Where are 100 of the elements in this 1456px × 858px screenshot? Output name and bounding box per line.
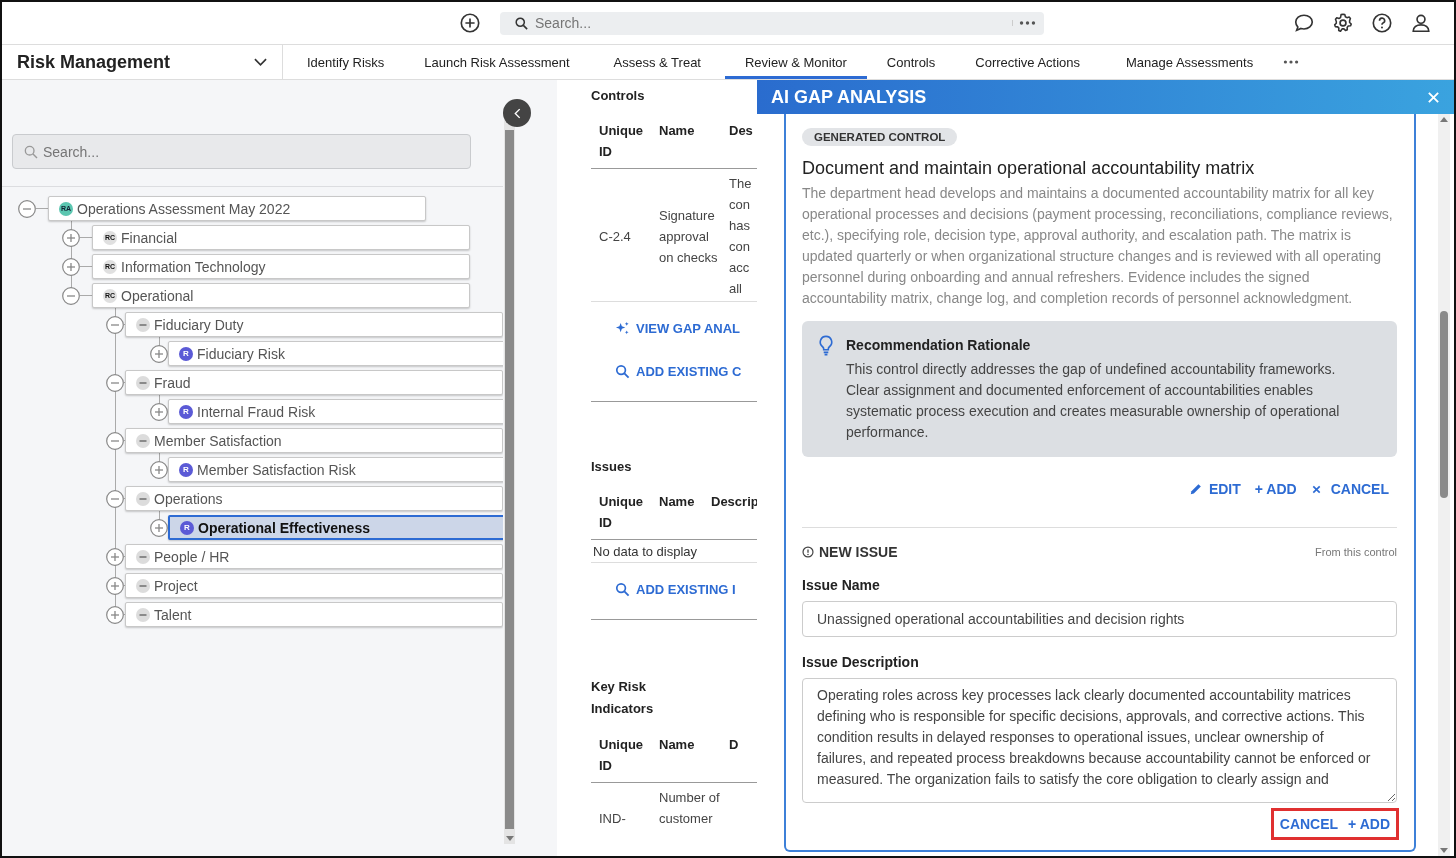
table-cell-text: IND-: [599, 810, 627, 828]
table-cell-text: all: [729, 280, 742, 298]
collapse-icon[interactable]: [18, 199, 36, 218]
scrollbar-thumb[interactable]: [505, 130, 514, 829]
tree-item[interactable]: Talent: [125, 602, 503, 627]
tree-item-label: Fiduciary Risk: [197, 345, 285, 362]
expand-icon[interactable]: [106, 547, 124, 566]
nav-tab[interactable]: Manage Assessments: [1100, 45, 1278, 79]
close-icon[interactable]: [1427, 90, 1440, 104]
more-icon[interactable]: [1012, 20, 1036, 26]
tree-item[interactable]: Member Satisfaction: [125, 428, 503, 453]
expand-icon[interactable]: [62, 257, 80, 276]
add-icon[interactable]: [459, 12, 481, 34]
subcategory-icon: [136, 317, 150, 332]
subcategory-icon: [136, 549, 150, 564]
rationale-title: Recommendation Rationale: [846, 336, 1032, 355]
action-button[interactable]: + ADD: [1348, 814, 1390, 834]
expand-icon[interactable]: [106, 576, 124, 595]
action-link[interactable]: + ADD: [1254, 481, 1297, 497]
nav-tab[interactable]: Identify Risks: [287, 45, 405, 79]
collapse-icon[interactable]: [106, 373, 124, 392]
collapse-icon[interactable]: [106, 431, 124, 450]
chat-icon[interactable]: [1293, 12, 1315, 34]
expand-icon[interactable]: [106, 605, 124, 624]
tree-item[interactable]: Project: [125, 573, 503, 598]
action-link[interactable]: EDIT: [1188, 481, 1241, 497]
section-title: NEW ISSUE: [819, 544, 898, 560]
expand-icon[interactable]: [150, 460, 168, 479]
search-field[interactable]: Search...: [12, 134, 471, 169]
settings-icon[interactable]: [1332, 12, 1354, 34]
tree-item[interactable]: R Operational Effectiveness: [168, 515, 503, 540]
search-icon: [615, 363, 630, 379]
collapse-icon[interactable]: [106, 489, 124, 508]
tree-item-label: Member Satisfaction: [154, 432, 282, 449]
tree-item-label: Fiduciary Duty: [154, 316, 244, 333]
collapse-panel-button[interactable]: [503, 99, 531, 127]
tree-item[interactable]: Fiduciary Duty: [125, 312, 503, 337]
issue-name-field[interactable]: Unassigned operational accountabilities and decision rights: [802, 601, 1397, 637]
column-header: D: [729, 736, 739, 754]
expand-icon[interactable]: [150, 518, 168, 537]
nav-tab[interactable]: Corrective Actions: [955, 45, 1101, 79]
action-link[interactable]: VIEW GAP ANAL: [615, 310, 757, 346]
info-icon: [802, 546, 814, 558]
action-link[interactable]: ADD EXISTING C: [615, 353, 757, 389]
table-cell-text: acc: [729, 259, 750, 277]
risk-badge: R: [179, 462, 193, 477]
collapse-icon[interactable]: [106, 315, 124, 334]
expand-icon[interactable]: [62, 228, 80, 247]
close-icon: [1310, 483, 1322, 495]
control-description: The department head develops and maintains a documented accountability matrix for all key operational processes and decisions (payment processing, reconciliations, compliance reviews, etc.), specifying role, decision type, approval authority, and escalation path. The matrix is updated quarterly or when organizational structure changes and is reviewed with all operating personnel during onboarding and annual refreshers. Evidence includes the signed accountability matrix, change log, and completion records of personnel acknowledgment.: [802, 184, 1394, 308]
tree-item[interactable]: Fraud: [125, 370, 503, 395]
search-field[interactable]: Search...: [529, 13, 1004, 33]
field-label: Issue Description: [802, 654, 919, 670]
help-icon[interactable]: [1371, 12, 1393, 34]
expand-icon[interactable]: [150, 402, 168, 421]
tree-item[interactable]: Operations: [125, 486, 503, 511]
tree-item-label: Operational Effectiveness: [198, 519, 370, 536]
search-field[interactable]: Search...: [500, 11, 1044, 35]
tree-item[interactable]: R Member Satisfaction Risk: [168, 457, 503, 482]
column-header: Name: [659, 493, 696, 511]
issue-description-field[interactable]: Operating roles across key processes lack clearly documented accountability matrices defining who is responsible for specific decisions, approvals, and corrective actions. This condition results in delayed responses to operational issues, unclear ownership of failures, and repeated process breakdowns because accountability cannot be enforced or measured. The organization fails to satisfy the core obligation to clearly assign and: [802, 678, 1397, 803]
nav-tab[interactable]: Launch Risk Assessment: [404, 45, 590, 79]
nav-tab[interactable]: Assess & Treat: [589, 45, 725, 79]
tree-item-label: Internal Fraud Risk: [197, 403, 316, 420]
scroll-up-icon[interactable]: [1440, 117, 1448, 122]
tree-item-label: Financial: [121, 229, 178, 246]
control-title: Document and maintain operational accountability matrix: [802, 158, 1255, 179]
tree-item-label: Operations Assessment May 2022: [77, 200, 291, 217]
more-icon[interactable]: [1283, 59, 1300, 65]
module-selector[interactable]: Risk Management: [2, 45, 283, 79]
scroll-down-icon[interactable]: [1440, 848, 1448, 853]
action-link[interactable]: CANCEL: [1310, 481, 1389, 497]
search-icon: [23, 143, 39, 160]
sparkle-icon: [615, 320, 630, 336]
table-cell-text: con: [729, 196, 750, 214]
action-link[interactable]: ADD EXISTING I: [615, 571, 757, 607]
tree-item-label: Fraud: [154, 374, 191, 391]
action-button[interactable]: CANCEL: [1279, 814, 1339, 834]
section-title: Key Risk Indicators: [591, 678, 655, 718]
column-header: Unique ID: [599, 736, 645, 775]
tree-item[interactable]: R Internal Fraud Risk: [168, 399, 503, 424]
table-cell-text: C-2.4: [599, 227, 632, 246]
search-icon: [615, 581, 630, 597]
search-field[interactable]: Search...: [43, 136, 470, 167]
tree-item-label: People / HR: [154, 548, 230, 565]
user-icon[interactable]: [1410, 12, 1432, 34]
nav-tab[interactable]: Controls: [866, 45, 956, 79]
scrollbar[interactable]: [1438, 114, 1450, 856]
subcategory-icon: [136, 433, 150, 448]
tree-item-label: Talent: [154, 606, 192, 623]
tree-item[interactable]: People / HR: [125, 544, 503, 569]
collapse-icon[interactable]: [62, 286, 80, 305]
tree-item[interactable]: R Fiduciary Risk: [168, 341, 503, 366]
panel-title: AI GAP ANALYSIS: [771, 86, 928, 108]
source-note: From this control: [1315, 546, 1397, 558]
scrollbar-thumb[interactable]: [1440, 311, 1448, 498]
expand-icon[interactable]: [150, 344, 168, 363]
column-header: Name: [659, 736, 696, 754]
search-icon: [514, 15, 529, 31]
scroll-down-icon[interactable]: [505, 836, 514, 841]
